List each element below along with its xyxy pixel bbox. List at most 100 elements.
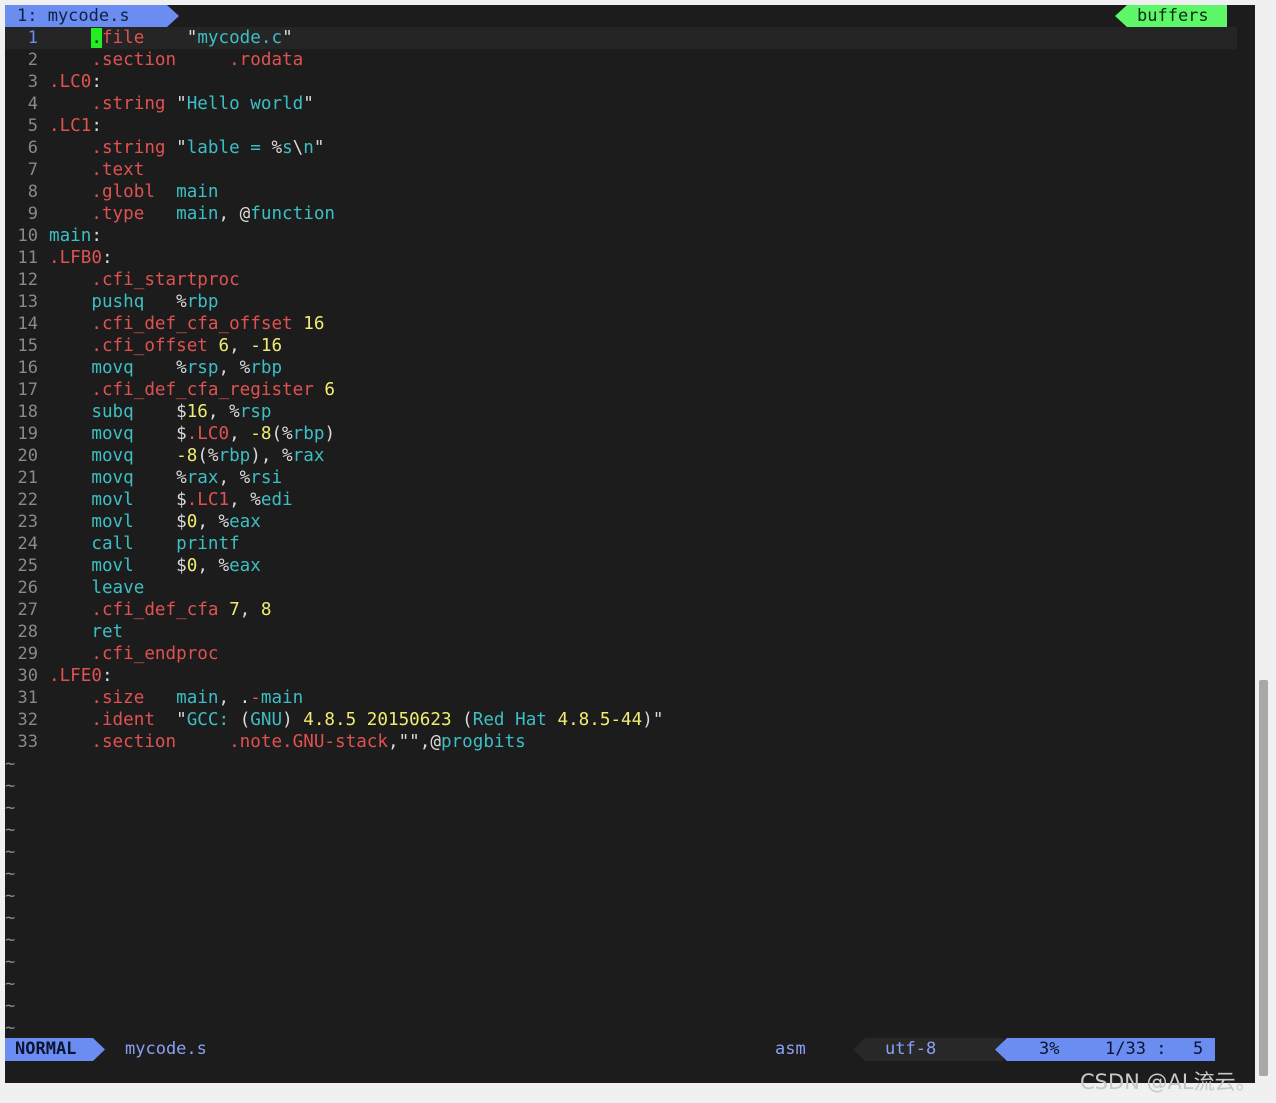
- code-line[interactable]: 16 movq %rsp, %rbp: [5, 357, 1237, 379]
- code-line[interactable]: 24 call printf: [5, 533, 1237, 555]
- line-number: 5: [27, 116, 38, 136]
- code-line[interactable]: 10 main:: [5, 225, 1237, 247]
- code-line[interactable]: 28 ret: [5, 621, 1237, 643]
- scrollbar-thumb[interactable]: [1259, 680, 1268, 1076]
- code-line[interactable]: 15 .cfi_offset 6, -16: [5, 335, 1237, 357]
- line-number: 31: [17, 688, 38, 708]
- code-line[interactable]: 7 .text: [5, 159, 1237, 181]
- line-number: 20: [17, 446, 38, 466]
- tab-mycode-s[interactable]: 1: mycode.s: [5, 5, 179, 27]
- code-line[interactable]: 12 .cfi_startproc: [5, 269, 1237, 291]
- code-line[interactable]: 31 .size main, .-main: [5, 687, 1237, 709]
- code-line[interactable]: 20 movq -8(%rbp), %rax: [5, 445, 1237, 467]
- line-number: 22: [17, 490, 38, 510]
- line-text: movl $0, %eax: [91, 556, 261, 576]
- code-line[interactable]: 2 .section .rodata: [5, 49, 1237, 71]
- status-filename: mycode.s: [125, 1039, 207, 1059]
- line-text: pushq %rbp: [91, 292, 219, 312]
- empty-line-marker: ~: [5, 908, 16, 928]
- line-text: .cfi_startproc: [91, 270, 240, 290]
- line-text: .LFB0:: [49, 248, 113, 268]
- empty-line-marker: ~: [5, 1018, 16, 1038]
- line-text: .cfi_def_cfa_register 6: [91, 380, 336, 400]
- line-number: 17: [17, 380, 38, 400]
- code-line[interactable]: 32 .ident "GCC: (GNU) 4.8.5 20150623 (Re…: [5, 709, 1237, 731]
- status-column: 5: [1193, 1039, 1204, 1059]
- code-line[interactable]: 21 movq %rax, %rsi: [5, 467, 1237, 489]
- line-text: .string "Hello world": [91, 94, 314, 114]
- line-number: 16: [17, 358, 38, 378]
- line-number: 24: [17, 534, 38, 554]
- code-line[interactable]: 27 .cfi_def_cfa 7, 8: [5, 599, 1237, 621]
- watermark: CSDN @AL流云。: [1080, 1070, 1257, 1094]
- line-text: .text: [91, 160, 145, 180]
- line-text: movl $0, %eax: [91, 512, 261, 532]
- line-text: .cfi_def_cfa_offset 16: [91, 314, 325, 334]
- line-text: movq -8(%rbp), %rax: [91, 446, 325, 466]
- line-number: 32: [17, 710, 38, 730]
- vim-terminal: 1: mycode.s buffers 1 .file "mycode.c" 2 …: [5, 5, 1255, 1083]
- line-text: .size main, .-main: [91, 688, 304, 708]
- code-line[interactable]: 19 movq $.LC0, -8(%rbp): [5, 423, 1237, 445]
- code-line[interactable]: 14 .cfi_def_cfa_offset 16: [5, 313, 1237, 335]
- cursor: .: [91, 28, 102, 48]
- status-position: 3% 1/33 : 5: [995, 1038, 1215, 1061]
- code-line[interactable]: 3 .LC0:: [5, 71, 1237, 93]
- line-text: .cfi_offset 6, -16: [91, 336, 283, 356]
- code-line[interactable]: 8 .globl main: [5, 181, 1237, 203]
- empty-line-marker: ~: [5, 952, 16, 972]
- line-number: 25: [17, 556, 38, 576]
- line-number: 6: [27, 138, 38, 158]
- line-number: 30: [17, 666, 38, 686]
- line-number: 8: [27, 182, 38, 202]
- empty-line-marker: ~: [5, 886, 16, 906]
- line-text: leave: [91, 578, 145, 598]
- line-text: .section .rodata: [91, 50, 304, 70]
- empty-line-marker: ~: [5, 864, 16, 884]
- line-text: .type main, @function: [91, 204, 336, 224]
- code-line[interactable]: 23 movl $0, %eax: [5, 511, 1237, 533]
- line-text: .cfi_endproc: [91, 644, 219, 664]
- code-line[interactable]: 30 .LFE0:: [5, 665, 1237, 687]
- code-line[interactable]: 18 subq $16, %rsp: [5, 401, 1237, 423]
- code-line[interactable]: 4 .string "Hello world": [5, 93, 1237, 115]
- line-number: 3: [27, 72, 38, 92]
- code-line[interactable]: 26 leave: [5, 577, 1237, 599]
- line-number: 1: [27, 28, 38, 48]
- code-line[interactable]: 13 pushq %rbp: [5, 291, 1237, 313]
- status-filetype: asm: [775, 1039, 806, 1059]
- code-line[interactable]: 25 movl $0, %eax: [5, 555, 1237, 577]
- line-number: 15: [17, 336, 38, 356]
- line-number: 28: [17, 622, 38, 642]
- line-text: movq $.LC0, -8(%rbp): [91, 424, 336, 444]
- tabline: 1: mycode.s buffers: [5, 5, 1237, 27]
- code-line[interactable]: 6 .string "lable = %s\n": [5, 137, 1237, 159]
- code-line[interactable]: 9 .type main, @function: [5, 203, 1237, 225]
- line-text: ret: [91, 622, 124, 642]
- mode-indicator: NORMAL: [5, 1038, 105, 1061]
- line-number: 26: [17, 578, 38, 598]
- line-text: call printf: [91, 534, 240, 554]
- line-text: .globl main: [91, 182, 219, 202]
- line-text: .LFE0:: [49, 666, 113, 686]
- code-line[interactable]: 5 .LC1:: [5, 115, 1237, 137]
- code-line[interactable]: 17 .cfi_def_cfa_register 6: [5, 379, 1237, 401]
- line-text: .LC0:: [49, 72, 102, 92]
- empty-line-marker: ~: [5, 996, 16, 1016]
- line-text: .ident "GCC: (GNU) 4.8.5 20150623 (Red H…: [91, 710, 664, 730]
- code-line[interactable]: 33 .section .note.GNU-stack,"",@progbits: [5, 731, 1237, 753]
- status-encoding: utf-8: [853, 1038, 1003, 1061]
- code-line[interactable]: 22 movl $.LC1, %edi: [5, 489, 1237, 511]
- line-text: movq %rsp, %rbp: [91, 358, 283, 378]
- line-number: 18: [17, 402, 38, 422]
- code-line[interactable]: 11 .LFB0:: [5, 247, 1237, 269]
- code-line[interactable]: 1 .file "mycode.c": [5, 27, 1237, 49]
- line-text: movl $.LC1, %edi: [91, 490, 293, 510]
- empty-line-marker: ~: [5, 754, 16, 774]
- code-line[interactable]: 29 .cfi_endproc: [5, 643, 1237, 665]
- editor-buffer[interactable]: 1 .file "mycode.c" 2 .section .rodata 3 .LC…: [5, 27, 1237, 1039]
- empty-line-marker: ~: [5, 820, 16, 840]
- line-text: .string "lable = %s\n": [91, 138, 325, 158]
- empty-line-marker: ~: [5, 798, 16, 818]
- status-line-total: 1/33 :: [1105, 1039, 1167, 1059]
